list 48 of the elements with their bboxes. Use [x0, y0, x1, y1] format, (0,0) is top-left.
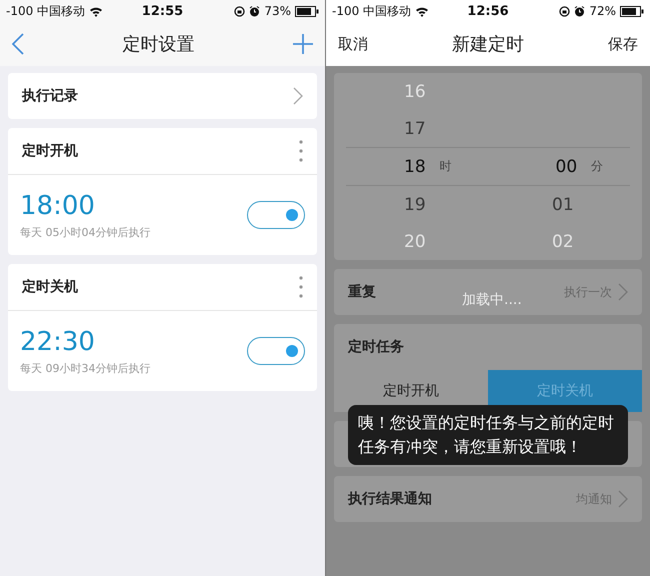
- picker-value[interactable]: 00: [556, 156, 578, 176]
- carrier-text: -100 中国移动: [6, 2, 86, 20]
- toggle-switch[interactable]: [247, 337, 305, 365]
- row-label: 执行结果通知: [348, 490, 432, 508]
- picker-value[interactable]: 01: [552, 194, 574, 214]
- save-button[interactable]: 保存: [608, 34, 638, 54]
- alarm-icon: [574, 6, 586, 16]
- battery-text: 72%: [589, 4, 616, 18]
- rotation-lock-icon: [559, 6, 570, 16]
- more-icon[interactable]: [299, 140, 303, 162]
- battery-text: 73%: [264, 4, 291, 18]
- loading-text: 加载中....: [462, 291, 522, 309]
- minute-unit: 分: [591, 158, 604, 175]
- more-icon[interactable]: [299, 276, 303, 298]
- schedule-title: 定时开机: [22, 142, 78, 160]
- screen-title: 新建定时: [452, 33, 524, 56]
- status-time: 12:56: [467, 4, 509, 18]
- toggle-switch[interactable]: [247, 201, 305, 229]
- rotation-lock-icon: [234, 6, 246, 16]
- back-icon[interactable]: [12, 33, 24, 55]
- schedule-note: 每天 05小时04分钟后执行: [20, 224, 150, 240]
- status-time: 12:55: [142, 4, 184, 18]
- history-row[interactable]: 执行记录: [8, 73, 317, 119]
- battery-icon: [620, 6, 644, 16]
- picker-value[interactable]: 17: [404, 118, 426, 138]
- conflict-toast: 咦！您设置的定时任务与之前的定时任务有冲突，请您重新设置哦！: [348, 405, 628, 465]
- schedule-note: 每天 09小时34分钟后执行: [20, 360, 150, 376]
- picker-value[interactable]: 19: [404, 194, 426, 214]
- cancel-button[interactable]: 取消: [338, 34, 368, 54]
- carrier-text: -100 中国移动: [332, 2, 412, 20]
- schedule-time: 22:30: [20, 326, 96, 356]
- alarm-icon: [249, 6, 260, 16]
- chevron-icon: [293, 87, 303, 105]
- chevron-icon: [618, 283, 628, 301]
- screen-title: 定时设置: [122, 33, 194, 56]
- row-label: 执行记录: [22, 87, 78, 105]
- picker-value[interactable]: 18: [404, 156, 426, 176]
- schedule-title: 定时关机: [22, 278, 78, 296]
- wifi-icon: [89, 6, 104, 16]
- chevron-icon: [618, 490, 628, 508]
- row-label: 定时任务: [348, 338, 404, 356]
- add-icon[interactable]: [293, 34, 313, 54]
- wifi-icon: [415, 6, 430, 16]
- schedule-time: 18:00: [20, 190, 96, 220]
- hour-unit: 时: [440, 158, 452, 175]
- row-label: 重复: [348, 283, 376, 301]
- battery-icon: [294, 6, 319, 16]
- time-picker[interactable]: 16 17 18 时 00 分 19 01 20 02: [334, 73, 642, 260]
